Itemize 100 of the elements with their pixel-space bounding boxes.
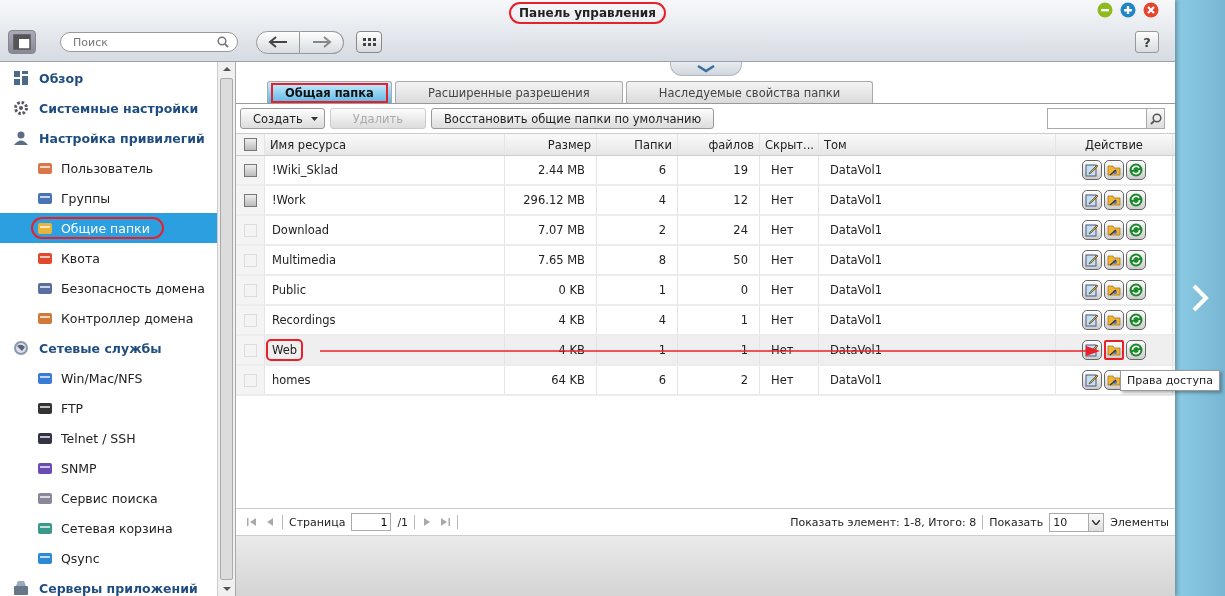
sidebar-item[interactable]: Telnet / SSH bbox=[0, 423, 217, 453]
table-cell-text: 7.65 MB bbox=[536, 252, 586, 269]
refresh-icon bbox=[1129, 163, 1143, 177]
table-cell-text: Public bbox=[271, 282, 308, 299]
folder-icon bbox=[1107, 283, 1121, 297]
column-header[interactable]: файлов bbox=[678, 134, 760, 155]
item-icon bbox=[37, 520, 53, 536]
table-cell-text: homes bbox=[271, 372, 312, 389]
tab[interactable]: Наследуемые свойства папки bbox=[625, 81, 874, 103]
item-icon bbox=[37, 460, 53, 476]
grid-icon bbox=[13, 70, 29, 86]
refresh-button[interactable] bbox=[1126, 160, 1146, 180]
sidebar-item[interactable]: Квота bbox=[0, 243, 217, 273]
action-button[interactable]: Восстановить общие папки по умолчанию bbox=[430, 108, 715, 129]
refresh-icon bbox=[1129, 223, 1143, 237]
row-checkbox[interactable] bbox=[243, 193, 257, 207]
item-icon bbox=[37, 280, 53, 296]
close-icon[interactable] bbox=[1143, 2, 1159, 18]
sidebar-item[interactable]: Безопасность домена bbox=[0, 273, 217, 303]
dots-grid-icon bbox=[362, 37, 376, 47]
sidebar-group[interactable]: Системные настройки bbox=[0, 93, 217, 123]
items-summary: Показать элемент: 1-8, Итого: 8 bbox=[790, 515, 977, 529]
arrow-left-icon bbox=[268, 36, 288, 48]
search-field[interactable]: Поиск bbox=[60, 32, 238, 52]
pencil-icon bbox=[1085, 313, 1099, 327]
sidebar-group[interactable]: Сетевые службы bbox=[0, 333, 217, 363]
table-cell-text: Нет bbox=[770, 192, 795, 209]
collapse-tab[interactable] bbox=[669, 62, 742, 76]
create-dropdown[interactable]: Создать bbox=[240, 108, 325, 129]
caret-icon bbox=[310, 116, 318, 121]
table-cell-text: 0 bbox=[739, 282, 749, 299]
table-cell-text: 7.07 MB bbox=[536, 222, 586, 239]
column-header[interactable]: Имя ресурса bbox=[265, 134, 505, 155]
sidebar-item[interactable]: FTP bbox=[0, 393, 217, 423]
column-header[interactable]: Действие bbox=[1056, 134, 1173, 155]
table-cell-text: DataVol1 bbox=[829, 312, 883, 329]
sidebar-group[interactable]: Настройка привилегий bbox=[0, 123, 217, 153]
table-cell-text: 64 KB bbox=[550, 372, 586, 389]
table-cell-text: 6 bbox=[657, 372, 667, 389]
select-all-checkbox[interactable] bbox=[243, 138, 257, 151]
table-cell-text: DataVol1 bbox=[829, 282, 883, 299]
table-cell-text: Нет bbox=[770, 312, 795, 329]
table-cell-text: 1 bbox=[739, 342, 749, 359]
sidebar-item[interactable]: SNMP bbox=[0, 453, 217, 483]
permissions-button[interactable] bbox=[1104, 190, 1124, 210]
chevron-down-icon bbox=[696, 64, 715, 73]
table-cell-text: 2.44 MB bbox=[536, 162, 586, 179]
panel-toggle-button[interactable] bbox=[8, 30, 36, 54]
table-cell-text: DataVol1 bbox=[829, 192, 883, 209]
sidebar-item[interactable]: Сервис поиска bbox=[0, 483, 217, 513]
sidebar-item[interactable]: Qsync bbox=[0, 543, 217, 573]
search-icon bbox=[217, 36, 229, 48]
column-header[interactable]: Скрыт... bbox=[760, 134, 819, 155]
item-icon bbox=[37, 310, 53, 326]
table-cell-text: 8 bbox=[657, 252, 667, 269]
folder-icon bbox=[1107, 193, 1121, 207]
table-cell-text: Нет bbox=[770, 222, 795, 239]
per-page-select[interactable]: 10 bbox=[1049, 512, 1105, 532]
item-icon bbox=[37, 160, 53, 176]
table-cell-text: 50 bbox=[732, 252, 749, 269]
back-button[interactable] bbox=[256, 30, 300, 54]
page-field[interactable]: 1 bbox=[351, 513, 392, 531]
sidebar-item[interactable]: Сетевая корзина bbox=[0, 513, 217, 543]
person-icon bbox=[13, 130, 29, 146]
sidebar-item[interactable]: Пользователь bbox=[0, 153, 217, 183]
table-cell-text: Multimedia bbox=[271, 252, 337, 269]
tab[interactable]: Общая папка bbox=[267, 81, 392, 103]
table-cell-text: Нет bbox=[770, 252, 795, 269]
sidebar-scrollbar[interactable] bbox=[217, 62, 235, 596]
sidebar-group[interactable]: Обзор bbox=[0, 63, 217, 93]
edit-button[interactable] bbox=[1082, 160, 1102, 180]
row-checkbox[interactable] bbox=[243, 163, 257, 177]
edit-button[interactable] bbox=[1082, 190, 1102, 210]
column-header[interactable]: Размер bbox=[505, 134, 597, 155]
table-cell-text: 1 bbox=[739, 312, 749, 329]
folder-icon bbox=[1107, 253, 1121, 267]
item-icon bbox=[37, 490, 53, 506]
table-cell-text: !Wiki_Sklad bbox=[271, 162, 340, 179]
column-header[interactable]: Папки bbox=[597, 134, 678, 155]
table-cell-text: 1 bbox=[657, 342, 667, 359]
sidebar-item[interactable]: Контроллер домена bbox=[0, 303, 217, 333]
sidebar-item[interactable]: Win/Mac/NFS bbox=[0, 363, 217, 393]
refresh-icon bbox=[1129, 283, 1143, 297]
table-cell-text: Нет bbox=[770, 162, 795, 179]
search-icon bbox=[1149, 112, 1162, 125]
drawer-icon bbox=[13, 580, 29, 596]
column-header[interactable]: Том bbox=[819, 134, 1056, 155]
filter-field[interactable] bbox=[1047, 108, 1147, 129]
search-button[interactable] bbox=[1147, 108, 1165, 129]
sidebar-group[interactable]: Серверы приложений bbox=[0, 573, 217, 596]
item-icon bbox=[37, 400, 53, 416]
maximize-icon[interactable] bbox=[1120, 2, 1136, 18]
permissions-button[interactable] bbox=[1104, 160, 1124, 180]
refresh-button[interactable] bbox=[1126, 190, 1146, 210]
pencil-icon bbox=[1085, 193, 1099, 207]
tab[interactable]: Расширенные разрешения bbox=[394, 81, 623, 103]
apps-button[interactable] bbox=[356, 31, 382, 53]
table-cell-text: 12 bbox=[732, 192, 749, 209]
help-button[interactable]: ? bbox=[1135, 31, 1159, 53]
sidebar-item[interactable]: Группы bbox=[0, 183, 217, 213]
